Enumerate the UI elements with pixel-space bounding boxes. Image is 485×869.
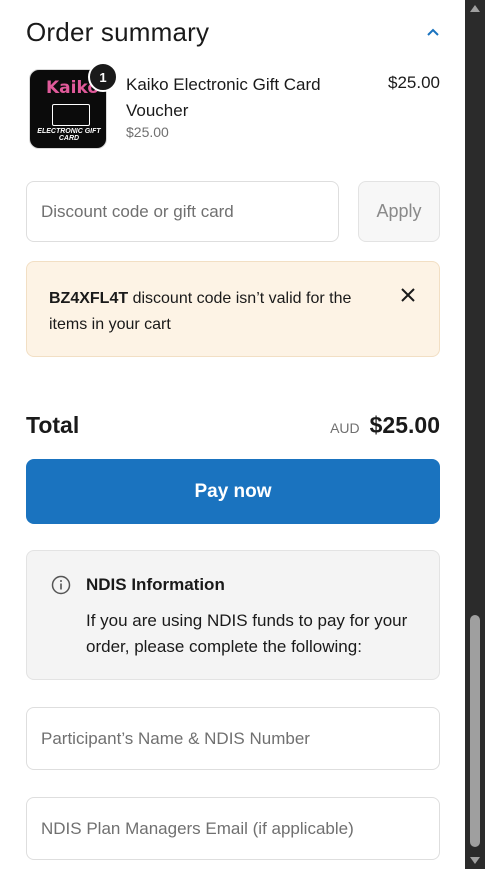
- total-label: Total: [26, 411, 80, 438]
- total-value: AUD $25.00: [330, 412, 440, 439]
- chevron-up-icon[interactable]: [426, 25, 440, 39]
- scrollbar[interactable]: [465, 0, 485, 869]
- scroll-up-arrow-icon[interactable]: [470, 5, 480, 12]
- discount-code-input[interactable]: Discount code or gift card: [26, 181, 339, 242]
- order-summary-title: Order summary: [26, 16, 210, 47]
- plan-manager-email-field[interactable]: NDIS Plan Managers Email (if applicable): [26, 797, 440, 860]
- scroll-down-arrow-icon[interactable]: [470, 857, 480, 864]
- line-item: Kaiko ELECTRONIC GIFT CARD 1 Kaiko Elect…: [26, 62, 440, 152]
- info-icon: [51, 575, 71, 595]
- product-name: Kaiko Electronic Gift Card Voucher: [126, 75, 321, 120]
- scrollbar-thumb[interactable]: [470, 615, 480, 847]
- ndis-body: If you are using NDIS funds to pay for y…: [86, 611, 408, 656]
- close-icon[interactable]: [399, 286, 417, 304]
- order-summary-header[interactable]: Order summary: [26, 14, 440, 50]
- ndis-info-box: NDIS Information If you are using NDIS f…: [26, 550, 440, 680]
- total-row: Total AUD $25.00: [26, 408, 440, 442]
- card-graphic: [52, 104, 90, 126]
- ndis-title: NDIS Information: [86, 575, 225, 594]
- discount-code: BZ4XFL4T: [49, 290, 129, 307]
- currency-code: AUD: [330, 419, 360, 436]
- quantity-badge: 1: [88, 62, 118, 92]
- product-unit-price: $25.00: [126, 124, 169, 140]
- pay-now-button[interactable]: Pay now: [26, 459, 440, 524]
- thumbnail-caption: ELECTRONIC GIFT CARD: [37, 128, 101, 142]
- discount-error-alert: BZ4XFL4T discount code isn’t valid for t…: [26, 261, 440, 357]
- checkout-panel: Order summary Kaiko ELECTRONIC GIFT CARD…: [0, 0, 465, 869]
- participant-name-field[interactable]: Participant’s Name & NDIS Number: [26, 707, 440, 770]
- apply-button[interactable]: Apply: [358, 181, 440, 242]
- product-price: $25.00: [388, 73, 440, 92]
- alert-message: BZ4XFL4T discount code isn’t valid for t…: [49, 286, 369, 338]
- total-amount: $25.00: [369, 411, 440, 438]
